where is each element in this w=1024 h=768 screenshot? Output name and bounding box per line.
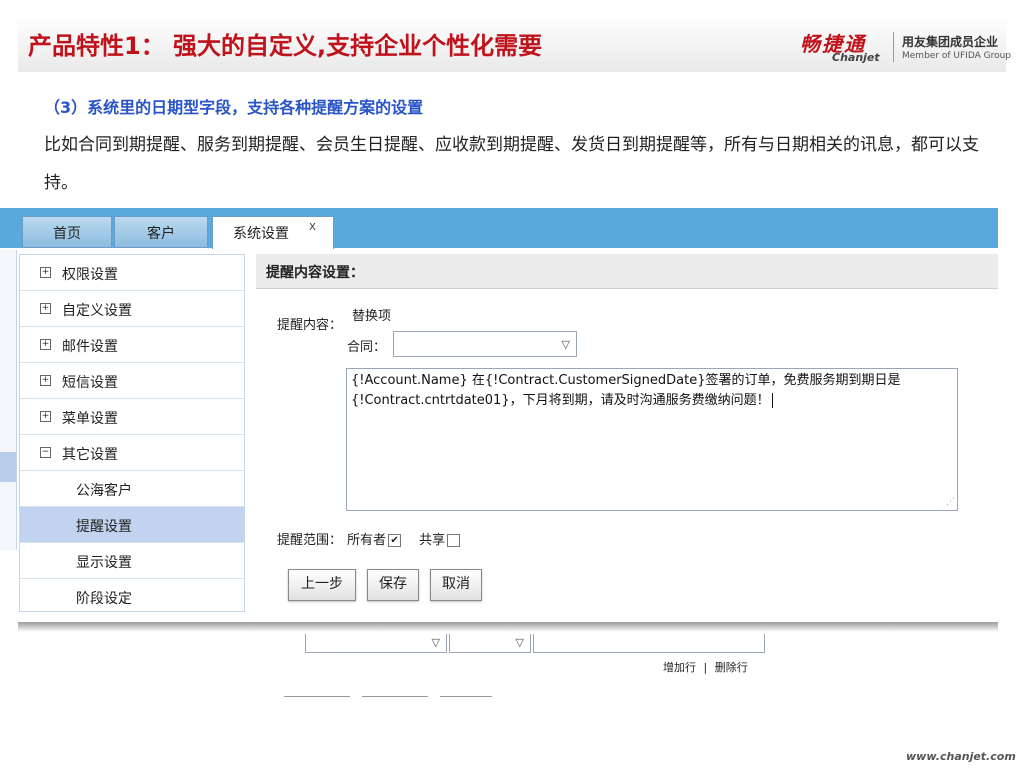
text-cursor — [771, 393, 773, 408]
slide-description: 比如合同到期提醒、服务到期提醒、会员生日提醒、应收款到期提醒、发货日到期提醒等，… — [44, 135, 979, 193]
sidebar-item-stage-settings[interactable]: 阶段设定 — [20, 579, 244, 614]
sidebar-item-other-settings[interactable]: − 其它设置 — [20, 435, 244, 471]
sidebar-item-custom-settings[interactable]: + 自定义设置 — [20, 291, 244, 327]
sidebar-item-label: 提醒设置 — [76, 519, 132, 535]
fragment-button-1 — [284, 696, 350, 703]
sidebar-item-label: 显示设置 — [76, 555, 132, 571]
tab-system-settings[interactable]: 系统设置 X — [212, 216, 334, 249]
content-label: 提醒内容： — [277, 318, 343, 333]
owner-label: 所有者 — [347, 533, 387, 548]
close-icon[interactable]: X — [309, 222, 316, 233]
app-bottom-shadow — [18, 622, 998, 632]
sidebar-item-display-settings[interactable]: 显示设置 — [20, 543, 244, 579]
chanjet-logo-en: Chanjet — [832, 51, 880, 64]
scope-options: 所有者 ✔ 共享 — [347, 529, 461, 548]
replace-label: 替换项 — [352, 309, 392, 324]
share-label: 共享 — [419, 533, 446, 548]
sidebar-item-permissions[interactable]: + 权限设置 — [20, 255, 244, 291]
cancel-button[interactable]: 取消 — [430, 569, 482, 601]
slide-subtitle: （3）系统里的日期型字段，支持各种提醒方案的设置 — [44, 98, 424, 117]
settings-sidebar: + 权限设置 + 自定义设置 + 邮件设置 + 短信设置 + 菜单设置 − 其它… — [19, 254, 245, 612]
sidebar-item-menu-settings[interactable]: + 菜单设置 — [20, 399, 244, 435]
prev-step-button[interactable]: 上一步 — [288, 569, 356, 601]
sidebar-item-label: 阶段设定 — [76, 591, 132, 607]
expand-icon[interactable]: + — [40, 303, 51, 314]
fragment-select-2[interactable]: ▽ — [449, 634, 531, 653]
sidebar-item-label: 邮件设置 — [62, 339, 118, 355]
sidebar-item-sms-settings[interactable]: + 短信设置 — [20, 363, 244, 399]
tab-system-settings-label: 系统设置 — [233, 226, 289, 242]
logo-divider — [893, 32, 894, 62]
chevron-down-icon: ▽ — [515, 636, 524, 649]
link-separator: | — [703, 661, 708, 674]
sidebar-item-public-customers[interactable]: 公海客户 — [20, 471, 244, 507]
contract-select[interactable]: ▽ — [393, 331, 577, 357]
fragment-button-2 — [362, 696, 428, 703]
fragment-button-3 — [440, 696, 492, 703]
expand-icon[interactable]: + — [40, 267, 51, 278]
collapse-icon[interactable]: − — [40, 447, 51, 458]
group-member-label: 用友集团成员企业 — [902, 35, 999, 49]
chevron-down-icon: ▽ — [431, 636, 440, 649]
contract-label: 合同： — [347, 340, 387, 355]
scope-label: 提醒范围： — [277, 533, 343, 548]
tab-home[interactable]: 首页 — [22, 216, 112, 248]
add-row-link[interactable]: 增加行 — [663, 661, 696, 674]
content-line-2: {!Contract.cntrtdate01}，下月将到期，请及时沟通服务费缴纳… — [351, 393, 770, 408]
fragment-input[interactable] — [533, 634, 765, 653]
group-member-label-en: Member of UFIDA Group — [902, 51, 1012, 61]
row-actions: 增加行 | 删除行 — [663, 659, 748, 675]
footer-url: www.chanjet.com — [906, 750, 1016, 763]
owner-checkbox[interactable]: ✔ — [388, 534, 402, 547]
sidebar-item-label: 菜单设置 — [62, 411, 118, 427]
sidebar-item-label: 公海客户 — [76, 483, 132, 499]
left-panel-edge — [0, 250, 17, 550]
panel-header — [256, 254, 998, 289]
expand-icon[interactable]: + — [40, 411, 51, 422]
chevron-down-icon: ▽ — [561, 338, 570, 351]
tab-customer[interactable]: 客户 — [114, 216, 208, 248]
sidebar-item-reminder-settings[interactable]: 提醒设置 — [20, 507, 244, 543]
panel-title: 提醒内容设置： — [266, 265, 364, 281]
save-button[interactable]: 保存 — [367, 569, 419, 601]
expand-icon[interactable]: + — [40, 339, 51, 350]
left-panel-selected-row — [0, 452, 16, 482]
content-line-1: {!Account.Name} 在{!Contract.CustomerSign… — [351, 373, 901, 388]
sidebar-item-label: 权限设置 — [62, 267, 118, 283]
sidebar-item-label: 其它设置 — [62, 447, 118, 463]
expand-icon[interactable]: + — [40, 375, 51, 386]
delete-row-link[interactable]: 删除行 — [715, 661, 748, 674]
sidebar-item-mail-settings[interactable]: + 邮件设置 — [20, 327, 244, 363]
sidebar-item-label: 自定义设置 — [62, 303, 132, 319]
tab-home-label: 首页 — [53, 226, 81, 242]
share-checkbox[interactable] — [447, 534, 461, 547]
slide-title: 产品特性1： 强大的自定义,支持企业个性化需要 — [28, 32, 543, 60]
fragment-select-1[interactable]: ▽ — [305, 634, 447, 653]
tab-customer-label: 客户 — [147, 226, 175, 242]
reminder-content-textarea[interactable]: {!Account.Name} 在{!Contract.CustomerSign… — [346, 368, 958, 511]
sidebar-item-label: 短信设置 — [62, 375, 118, 391]
resize-grip-icon[interactable]: ⋰ — [946, 497, 955, 507]
